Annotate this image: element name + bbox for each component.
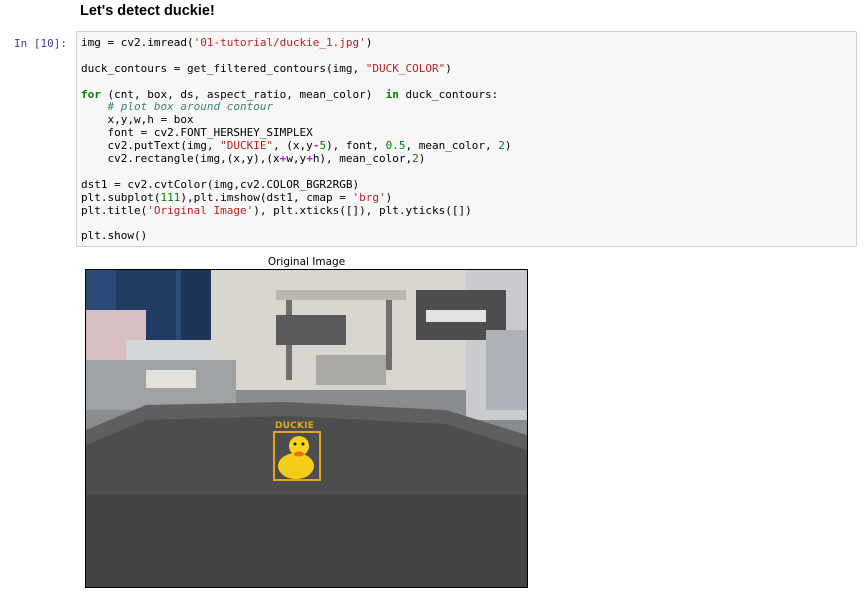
code-token: 'Original Image' (147, 203, 254, 217)
markdown-heading: Let's detect duckie! (80, 3, 215, 19)
code-token: x,y,w,h = box (81, 113, 194, 127)
code-token: w,y (286, 152, 307, 166)
code-token: plt.subplot( (81, 190, 161, 204)
code-token: ), plt.xticks([]), plt.yticks([]) (253, 203, 472, 217)
code-token: , mean_color, (405, 139, 499, 153)
detection-label: DUCKIE (275, 421, 315, 431)
code-token: ), font, (326, 139, 386, 153)
code-token: plt.show() (81, 229, 148, 243)
code-token: , (x,y (273, 139, 313, 153)
code-editor[interactable]: img = cv2.imread('01-tutorial/duckie_1.j… (81, 36, 512, 243)
plot-title: Original Image (267, 256, 346, 268)
code-token: # plot box around contour (107, 100, 274, 114)
code-token: 2 (412, 152, 419, 166)
code-token: "DUCK_COLOR" (365, 61, 446, 75)
code-token: duck_contours = get_filtered_contours(im… (81, 61, 366, 75)
code-token: ) (504, 139, 512, 153)
code-token: img = cv2.imread( (81, 36, 194, 49)
code-token: for (81, 87, 101, 101)
code-token: ) (418, 152, 426, 166)
code-line: plt.title('Original Image'), plt.xticks(… (81, 203, 512, 218)
code-token: ) (385, 190, 393, 204)
code-token: cv2.putText(img, (81, 139, 221, 153)
code-line: img = cv2.imread('01-tutorial/duckie_1.j… (81, 36, 512, 50)
input-prompt: In [10]: (14, 37, 67, 50)
code-token: dst1 = cv2.cvtColor(img,cv2.COLOR_BGR2RG… (81, 177, 360, 191)
code-token: + (306, 152, 313, 166)
code-token: 'brg' (352, 190, 386, 204)
code-token: ) (445, 61, 452, 75)
code-token: duck_contours: (398, 87, 499, 101)
code-token: h), mean_color, (312, 152, 413, 166)
code-token: ),plt.imshow(dst1, cmap = (180, 190, 353, 204)
code-token: (cnt, box, ds, aspect_ratio, mean_color) (100, 87, 386, 101)
code-cell-input[interactable]: img = cv2.imread('01-tutorial/duckie_1.j… (76, 31, 857, 247)
output-image: DUCKIE (85, 269, 528, 588)
code-token: plt.title( (81, 203, 148, 217)
code-token: cv2.rectangle(img,(x,y),(x (81, 152, 280, 166)
code-line: cv2.rectangle(img,(x,y),(x+w,y+h), mean_… (81, 152, 512, 166)
code-line: duck_contours = get_filtered_contours(im… (81, 61, 512, 76)
code-token: 0.5 (385, 139, 406, 153)
code-token: 2 (498, 139, 505, 153)
code-token: '01-tutorial/duckie_1.jpg' (193, 36, 366, 49)
code-token: "DUCKIE" (220, 139, 274, 153)
code-line: plt.show() (81, 229, 512, 243)
code-token: in (385, 87, 399, 101)
code-token: 111 (160, 190, 181, 204)
code-token: ) (365, 36, 373, 49)
code-token: font = cv2.FONT_HERSHEY_SIMPLEX (81, 126, 313, 140)
